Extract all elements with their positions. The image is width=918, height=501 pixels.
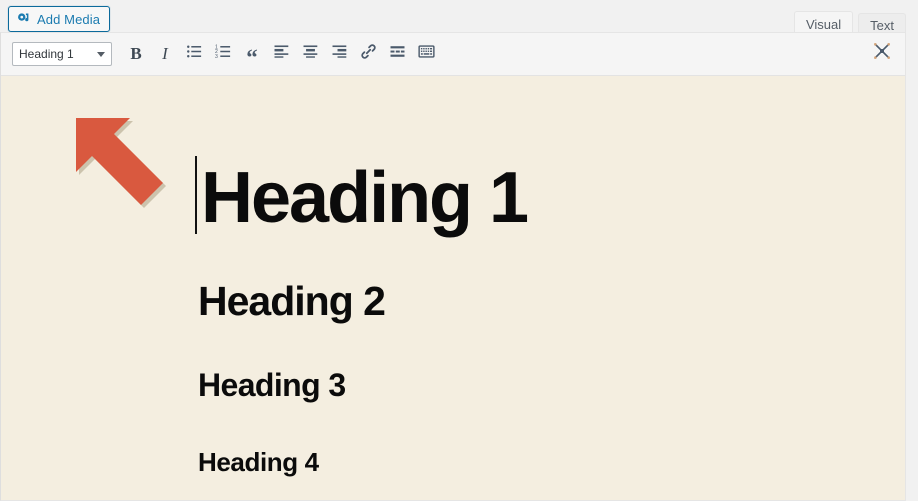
read-more-icon xyxy=(389,43,406,65)
heading-1[interactable]: Heading 1 xyxy=(201,162,529,234)
annotation-arrow-icon xyxy=(73,114,177,220)
align-center-icon xyxy=(302,43,319,65)
media-icon xyxy=(16,11,32,27)
align-left-icon xyxy=(273,43,290,65)
italic-button[interactable]: I xyxy=(153,42,177,66)
align-right-icon xyxy=(331,43,348,65)
ordered-list-icon: 1 2 3 xyxy=(215,43,232,65)
add-media-label: Add Media xyxy=(37,11,101,27)
heading-4[interactable]: Heading 4 xyxy=(198,449,319,475)
bold-button[interactable]: B xyxy=(124,42,148,66)
read-more-button[interactable] xyxy=(385,42,409,66)
align-left-button[interactable] xyxy=(269,42,293,66)
unordered-list-icon xyxy=(186,43,203,65)
text-cursor xyxy=(195,156,197,234)
keyboard-icon xyxy=(417,43,435,65)
link-icon xyxy=(360,43,377,65)
editor-content-canvas[interactable]: Heading 1 Heading 2 Heading 3 Heading 4 … xyxy=(1,76,905,500)
format-dropdown[interactable]: Heading 1 xyxy=(12,42,112,66)
heading-3[interactable]: Heading 3 xyxy=(198,369,346,401)
fullscreen-icon xyxy=(872,41,892,66)
blockquote-button[interactable]: “ xyxy=(240,39,264,70)
wordpress-classic-editor-screen: Add Media Visual Text Heading 1 B I 1 2 … xyxy=(0,0,918,501)
editor-container: Heading 1 B I 1 2 3 “ Heading 1 Heading … xyxy=(0,32,906,501)
svg-text:3: 3 xyxy=(215,54,218,60)
toolbar-toggle-button[interactable] xyxy=(414,42,438,66)
add-media-button[interactable]: Add Media xyxy=(8,6,111,32)
chevron-down-icon xyxy=(97,51,105,57)
align-center-button[interactable] xyxy=(298,42,322,66)
align-right-button[interactable] xyxy=(327,42,351,66)
format-dropdown-value: Heading 1 xyxy=(19,47,74,61)
insert-link-button[interactable] xyxy=(356,42,380,66)
numbered-list-button[interactable]: 1 2 3 xyxy=(211,42,235,66)
distraction-free-writing-button[interactable] xyxy=(871,42,893,64)
heading-2[interactable]: Heading 2 xyxy=(198,281,386,322)
editor-toolbar: Heading 1 B I 1 2 3 “ xyxy=(1,33,905,76)
bulleted-list-button[interactable] xyxy=(182,42,206,66)
